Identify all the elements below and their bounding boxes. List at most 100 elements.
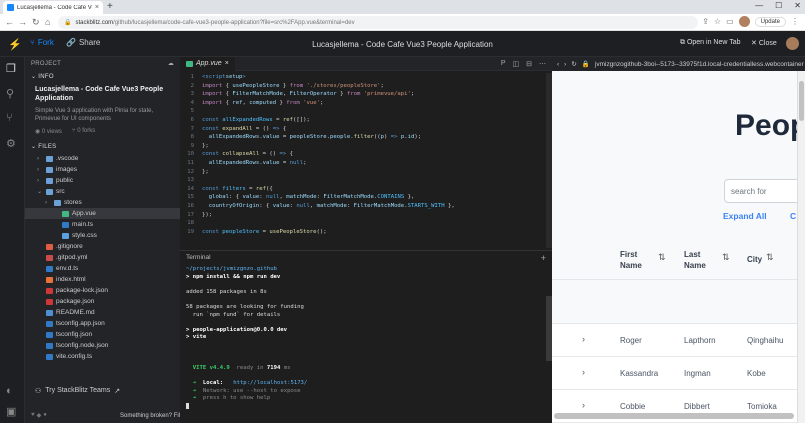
source-control-icon[interactable]: ⑂ <box>6 112 13 124</box>
preview-toggle-icon[interactable]: ⊟ <box>526 60 532 68</box>
files-label: FILES <box>38 143 57 150</box>
file-tree-item[interactable]: main.ts <box>25 219 180 230</box>
row-expand-chevron-icon[interactable]: › <box>582 367 585 377</box>
new-terminal-icon[interactable]: + <box>541 253 546 263</box>
file-tree-item[interactable]: App.vue <box>25 208 180 219</box>
close-tab-icon[interactable]: × <box>95 4 99 11</box>
editor-tab-app-vue[interactable]: App.vue × <box>180 56 235 71</box>
file-tree-item[interactable]: tsconfig.json <box>25 329 180 340</box>
col-last-name[interactable]: Last Name <box>684 249 706 271</box>
file-tree-item[interactable]: env.d.ts <box>25 263 180 274</box>
home-icon[interactable]: ⌂ <box>45 17 50 27</box>
col-last-name-line2: Name <box>684 261 706 270</box>
ts-file-icon <box>46 353 53 360</box>
file-tree-item[interactable]: style.css <box>25 230 180 241</box>
prettier-icon[interactable]: P <box>501 60 506 68</box>
npm-file-icon <box>46 298 53 305</box>
file-name: package.json <box>56 298 95 305</box>
cloud-icon[interactable]: ☁ <box>168 60 174 67</box>
file-tree-item[interactable]: package.json <box>25 296 180 307</box>
table-row[interactable]: › Roger Lapthorn Qinghaihu <box>552 324 797 357</box>
preview-scrollbar[interactable] <box>797 71 805 423</box>
more-actions-icon[interactable]: ⋯ <box>539 60 546 68</box>
theme-toggle-icon[interactable]: ◐ <box>6 385 13 397</box>
file-tree-item[interactable]: tsconfig.node.json <box>25 340 180 351</box>
vue-file-icon <box>62 210 69 217</box>
col-city[interactable]: City <box>747 254 762 265</box>
code-content[interactable]: 1 <script setup > 2 import { usePeopleStore… <box>180 73 540 236</box>
file-tree-item[interactable]: package-lock.json <box>25 285 180 296</box>
horizontal-scrollbar[interactable] <box>554 413 794 419</box>
file-tree-item[interactable]: › stores <box>25 197 180 208</box>
files-section-header[interactable]: ⌄ FILES <box>25 140 180 153</box>
open-in-new-tab-button[interactable]: ⧉ Open in New Tab <box>680 39 741 47</box>
update-button[interactable]: Update <box>754 16 786 27</box>
split-view-icon[interactable]: ▭ <box>726 17 734 26</box>
discord-icon[interactable]: ◆ <box>37 412 42 419</box>
forward-icon[interactable]: → <box>18 17 27 27</box>
browser-tab[interactable]: Lucasjellema - Code Cafe Vue3 P × <box>3 1 103 14</box>
search-input[interactable]: search for <box>724 179 797 203</box>
maximize-icon[interactable]: ☐ <box>775 1 782 10</box>
close-button[interactable]: ✕ Close <box>751 39 777 47</box>
new-tab-icon[interactable]: + <box>107 1 113 12</box>
sort-icon[interactable]: ⇅ <box>658 252 666 263</box>
layout-icon[interactable]: ▣ <box>6 405 16 418</box>
file-tree-item[interactable]: .gitpod.yml <box>25 252 180 263</box>
info-section-header[interactable]: ⌄ INFO <box>25 70 180 83</box>
back-icon[interactable]: ← <box>5 17 14 27</box>
forward-icon[interactable]: › <box>564 61 566 68</box>
back-icon[interactable]: ‹ <box>557 61 559 68</box>
file-tree-item[interactable]: tsconfig.app.json <box>25 318 180 329</box>
scrollbar-thumb[interactable] <box>799 81 804 121</box>
minimize-icon[interactable]: — <box>755 1 763 10</box>
file-name: README.md <box>56 309 95 316</box>
user-avatar[interactable] <box>786 37 799 50</box>
file-tree-item[interactable]: › images <box>25 164 180 175</box>
try-stackblitz-teams-link[interactable]: ⚇ Try StackBlitz Teams ↗ <box>35 387 120 395</box>
local-url-link[interactable]: http://localhost:5173/ <box>233 380 307 386</box>
chevron-down-icon: ⌄ <box>31 144 37 150</box>
npm-file-icon <box>46 287 53 294</box>
reload-icon[interactable]: ↻ <box>32 17 40 28</box>
file-tree-item[interactable]: ⌄ src <box>25 186 180 197</box>
sort-icon[interactable]: ⇅ <box>766 252 774 263</box>
table-row[interactable]: › Kassandra Ingman Kobe <box>552 357 797 390</box>
file-tree-item[interactable]: .gitignore <box>25 241 180 252</box>
preview-panel: ‹ › ↻ 🔒 jvmizgnzogithub-3boi--5173--3397… <box>552 57 805 423</box>
file-tree-item[interactable]: › public <box>25 175 180 186</box>
split-editor-icon[interactable]: ◫ <box>513 60 520 68</box>
file-tree-item[interactable]: README.md <box>25 307 180 318</box>
row-expand-chevron-icon[interactable]: › <box>582 400 585 410</box>
file-tree-item[interactable]: › .vscode <box>25 153 180 164</box>
file-tree-item[interactable]: vite.config.ts <box>25 351 180 362</box>
url-input[interactable]: 🔒 stackblitz.com/github/lucasjellema/cod… <box>58 16 698 29</box>
settings-gear-icon[interactable]: ⚙ <box>6 137 16 150</box>
terminal-output[interactable]: ~/projects/jvmizgnzo.github > npm instal… <box>180 264 552 412</box>
file-tree-item[interactable]: index.html <box>25 274 180 285</box>
twitter-icon[interactable]: ♥ <box>31 412 35 419</box>
col-first-name-line1: First <box>620 250 638 259</box>
menu-dots-icon[interactable]: ⋮ <box>791 17 799 26</box>
share-page-icon[interactable]: ⇪ <box>702 17 709 26</box>
file-name: style.css <box>72 232 97 239</box>
bookmark-star-icon[interactable]: ☆ <box>714 17 721 26</box>
collapse-all-button[interactable]: C <box>790 211 796 221</box>
ts-file-icon <box>46 265 53 272</box>
search-icon[interactable]: ⚲ <box>6 87 14 100</box>
col-first-name[interactable]: First Name <box>620 249 642 271</box>
window-close-icon[interactable]: ✕ <box>794 1 801 10</box>
terminal-panel: Terminal + ~/projects/jvmizgnzo.github >… <box>180 250 552 423</box>
sort-icon[interactable]: ⇅ <box>722 252 730 263</box>
ready-ms: 7194 <box>266 364 281 371</box>
expand-all-button[interactable]: Expand All <box>723 211 767 221</box>
files-icon[interactable]: ❐ <box>6 62 16 75</box>
folder-file-icon <box>46 166 53 173</box>
close-tab-icon[interactable]: × <box>225 60 229 67</box>
preview-url[interactable]: jvmizgnzogithub-3boi--5173--33975f1d.loc… <box>595 61 804 68</box>
profile-avatar[interactable] <box>738 16 750 27</box>
reload-icon[interactable]: ↻ <box>571 60 576 68</box>
file-name: stores <box>64 199 82 206</box>
row-expand-chevron-icon[interactable]: › <box>582 334 585 344</box>
github-icon[interactable]: ● <box>43 412 47 419</box>
